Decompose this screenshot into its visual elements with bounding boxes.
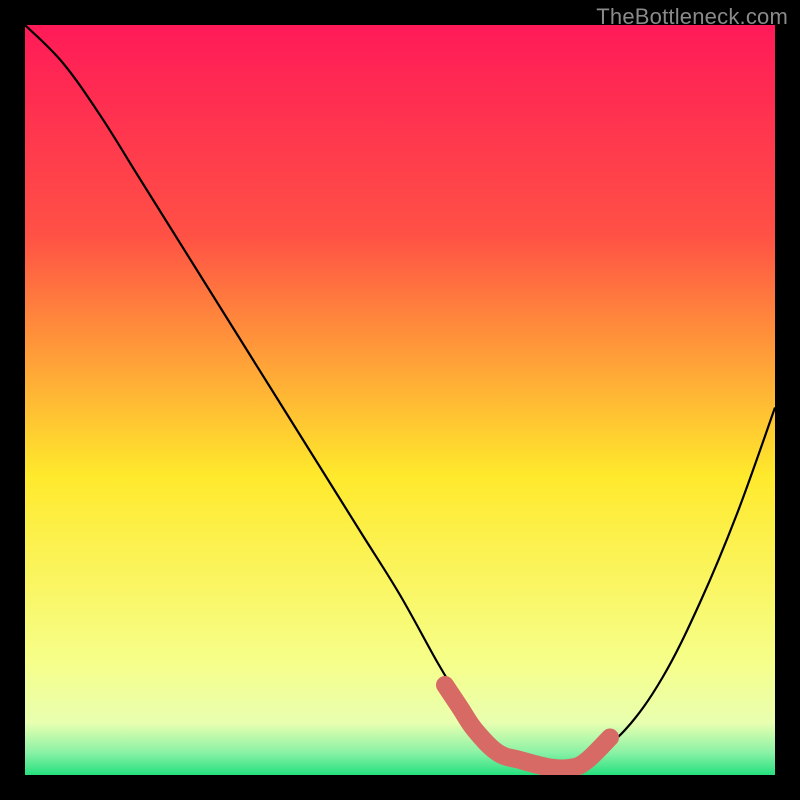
bottleneck-chart: [25, 25, 775, 775]
plot-area: [25, 25, 775, 775]
gradient-background: [25, 25, 775, 775]
chart-frame: TheBottleneck.com: [0, 0, 800, 800]
